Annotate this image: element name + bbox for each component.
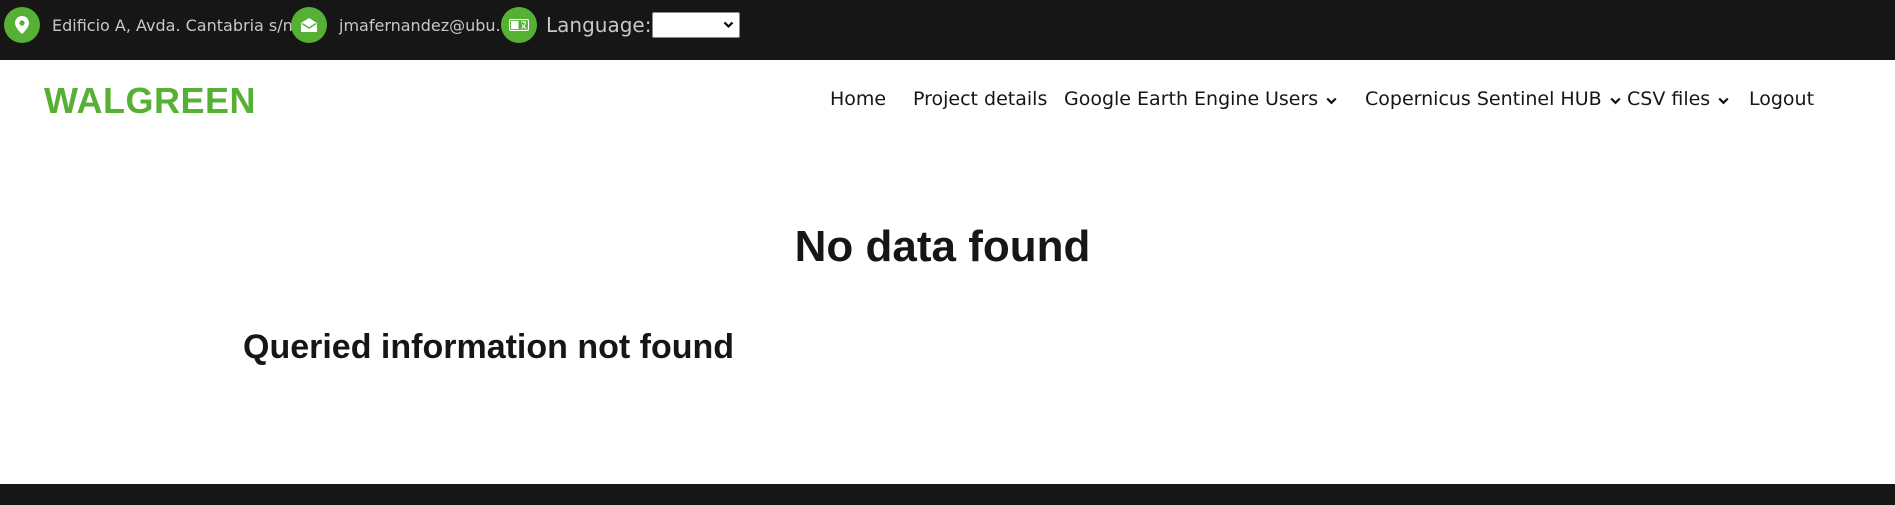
nav-project-details[interactable]: Project details — [913, 88, 1047, 110]
chevron-down-icon — [1610, 88, 1621, 110]
language-item: Language: — [501, 0, 741, 50]
chevron-down-icon — [1718, 88, 1729, 110]
page-title: No data found — [794, 222, 1091, 271]
nav-copernicus[interactable]: Copernicus Sentinel HUB — [1365, 88, 1621, 110]
nav-csv-files[interactable]: CSV files — [1627, 88, 1729, 110]
footer-bar — [0, 484, 1895, 505]
nav-users-label: Users — [1265, 88, 1319, 110]
translate-icon — [501, 7, 537, 43]
not-found-message: Queried information not found — [243, 328, 735, 366]
nav-logout[interactable]: Logout — [1749, 88, 1814, 110]
nav-copernicus-label: Copernicus Sentinel HUB — [1365, 88, 1602, 110]
address-text: Edificio A, Avda. Cantabria s/n — [52, 15, 293, 35]
chevron-down-icon — [1326, 88, 1337, 110]
top-info-bar: Edificio A, Avda. Cantabria s/n jmaferna… — [0, 0, 1895, 60]
nav-csv-files-label: CSV files — [1627, 88, 1711, 110]
location-pin-icon — [4, 7, 40, 43]
address-item: Edificio A, Avda. Cantabria s/n — [4, 0, 293, 50]
nav-users[interactable]: Users — [1265, 88, 1337, 110]
email-link[interactable]: jmafernandez@ubu.es — [339, 16, 519, 35]
nav-google-earth-engine[interactable]: Google Earth Engine — [1064, 88, 1259, 110]
chevron-down-icon — [723, 17, 734, 36]
envelope-icon — [291, 7, 327, 43]
main-nav: Home Project details Google Earth Engine… — [0, 88, 1895, 114]
language-select[interactable] — [652, 12, 741, 38]
nav-home[interactable]: Home — [830, 88, 886, 110]
language-label: Language: — [546, 13, 652, 37]
email-item[interactable]: jmafernandez@ubu.es — [291, 0, 519, 50]
